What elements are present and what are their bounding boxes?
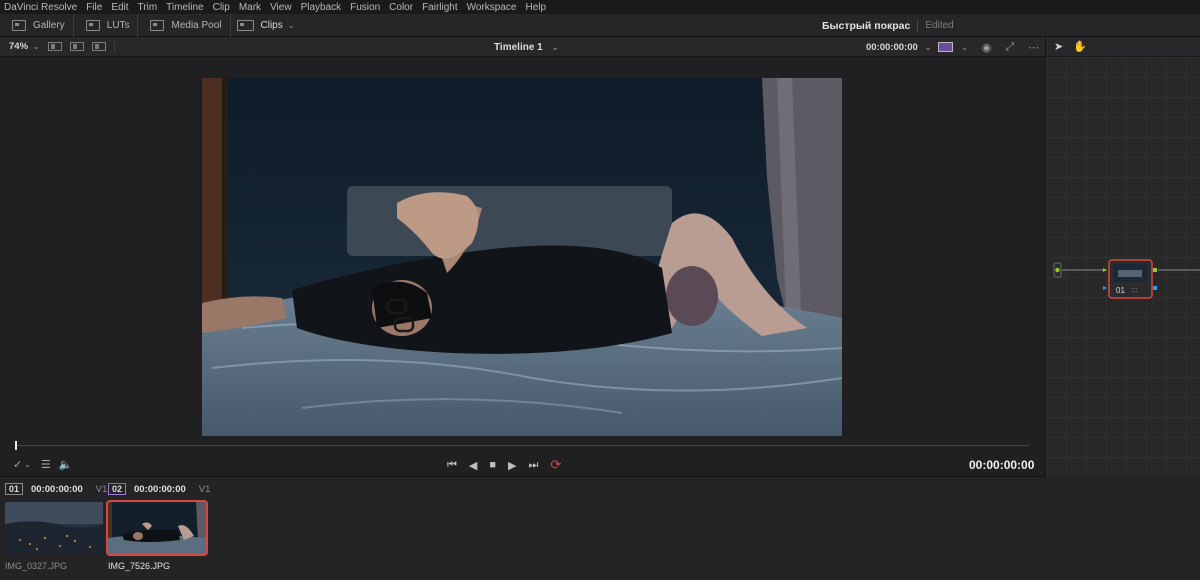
viewer[interactable] [0,58,1045,438]
menu-edit[interactable]: Edit [111,2,128,13]
playhead[interactable] [15,441,17,450]
chevron-down-icon: ⌄ [551,42,559,52]
playback-controls: ⏮ ◀ ■ ▶ ⏭ ⟳ [447,457,573,473]
clip-number: 02 [108,483,127,495]
clip-2-image [108,502,206,554]
pointer-tool-icon[interactable]: ➤ [1054,40,1063,53]
node-grid-icon: ∷ [1132,286,1137,295]
transport-bar: ✓ ⌄ ☰ 🔈 ⏮ ◀ ■ ▶ ⏭ ⟳ 00:00:00:00 [0,452,1045,477]
menu-timeline[interactable]: Timeline [166,2,203,13]
go-to-start-icon[interactable]: ⏮ [447,459,457,472]
menu-app[interactable]: DaVinci Resolve [4,2,77,13]
project-title: Быстрый покрас Edited [822,14,954,37]
clip-name: IMG_0327.JPG [5,561,68,571]
viewer-timecode-value: 00:00:00:00 [866,41,918,53]
menu-trim[interactable]: Trim [138,2,158,13]
viewer-left-tools: ✓ ⌄ ☰ 🔈 [13,458,81,471]
node-graph-canvas: 01 ∷ [1053,259,1200,299]
clip-track: V1 [95,483,108,495]
menu-workspace[interactable]: Workspace [467,2,517,13]
menu-color[interactable]: Color [389,2,413,13]
node-editor-header: ➤ ✋ [1045,37,1200,57]
viewer-tools: ⌄ ◉ ⤢ ⋯ [938,37,1039,57]
node-label: 01 [1116,286,1125,295]
chevron-down-icon: ⌄ [924,42,932,52]
hand-tool-icon[interactable]: ✋ [1073,40,1087,53]
wipe-viewer-icon[interactable] [91,42,106,51]
play-reverse-icon[interactable]: ◀ [469,459,477,472]
node-key-output-icon[interactable] [1153,286,1157,290]
frame-photo [202,78,842,436]
clip-timecode: 00:00:00:00 [134,483,186,495]
clip-1-meta: 01 00:00:00:00 V1 [5,483,107,495]
transport-timecode: 00:00:00:00 [969,458,1035,472]
speaker-icon[interactable]: 🔈 [59,458,73,471]
clips-button[interactable]: Clips ⌄ [231,14,303,37]
gallery-button[interactable]: Gallery [0,13,74,37]
viewer-timecode[interactable]: 00:00:00:00 ⌄ [866,37,931,57]
clip-timecode: 00:00:00:00 [31,483,83,495]
project-name: Быстрый покрас [822,19,911,32]
zoom-chevron-icon[interactable]: ⌄ [33,42,40,51]
clip-name-selected: IMG_7526.JPG [108,561,171,571]
viewer-mode-icon[interactable] [938,42,953,52]
menu-clip[interactable]: Clip [213,2,230,13]
menu-help[interactable]: Help [525,2,546,13]
clip-thumbnail-selected[interactable] [106,500,208,556]
clip-thumbnail[interactable] [5,502,103,554]
clip-number: 01 [5,483,24,495]
luts-button[interactable]: LUTs [74,13,139,37]
layers-icon[interactable]: ☰ [41,458,51,471]
media-pool-label: Media Pool [171,19,222,31]
timeline-name: Timeline 1 [494,41,543,53]
chevron-down-icon[interactable]: ⌄ [961,43,968,52]
node-key-input-icon[interactable] [1103,286,1107,290]
split-viewer-icon[interactable] [69,42,84,51]
top-toolbar: Gallery LUTs Media Pool Clips ⌄ [0,13,1200,37]
menu-playback[interactable]: Playback [301,2,342,13]
clips-label: Clips [260,19,283,31]
scrubber[interactable] [0,438,1045,452]
clips-bar: 01 00:00:00:00 V1 02 00:00:00:00 V1 IMG_… [0,477,1200,580]
chevron-down-icon[interactable]: ⌄ [24,460,31,469]
viewer-image [202,78,842,436]
divider [917,19,919,32]
clip-2-meta: 02 00:00:00:00 V1 [108,483,210,495]
gallery-icon [12,19,26,31]
node-graph[interactable]: 01 ∷ [1045,57,1200,477]
more-options-icon[interactable]: ⋯ [1028,41,1039,54]
scrubber-track[interactable] [16,445,1029,446]
clip-1-image [5,502,103,554]
stop-icon[interactable]: ■ [489,459,496,471]
node-rgb-output-icon[interactable] [1153,268,1157,272]
chevron-down-icon: ⌄ [287,20,295,30]
menu-view[interactable]: View [270,2,292,13]
input-connector-icon[interactable] [1055,267,1060,273]
clip-track: V1 [198,483,211,495]
project-status: Edited [925,20,954,31]
color-picker-icon[interactable]: ✓ [13,458,22,471]
menu-fairlight[interactable]: Fairlight [422,2,458,13]
fullscreen-icon[interactable]: ⤢ [1005,41,1014,54]
luts-label: LUTs [106,19,130,31]
single-viewer-icon[interactable] [47,42,62,51]
timeline-selector[interactable]: Timeline 1 ⌄ [494,37,558,57]
menu-mark[interactable]: Mark [239,2,261,13]
menu-file[interactable]: File [86,2,102,13]
play-icon[interactable]: ▶ [508,459,516,472]
menu-fusion[interactable]: Fusion [350,2,380,13]
zoom-level[interactable]: 74% [9,41,28,52]
loop-icon[interactable]: ⟳ [550,457,561,473]
viewer-header: 74% ⌄ Timeline 1 ⌄ 00:00:00:00 ⌄ ⌄ ◉ ⤢ ⋯ [0,37,1045,57]
clips-icon [236,19,254,31]
luts-icon [85,19,100,31]
gallery-label: Gallery [33,19,65,31]
color-wheel-icon[interactable]: ◉ [982,41,992,54]
menu-bar: DaVinci Resolve File Edit Trim Timeline … [0,0,1200,14]
media-pool-button[interactable]: Media Pool [138,13,231,37]
go-to-end-icon[interactable]: ⏭ [529,459,539,472]
node-input-arrow-icon [1103,268,1107,272]
media-pool-icon [150,19,165,31]
divider [113,40,115,53]
